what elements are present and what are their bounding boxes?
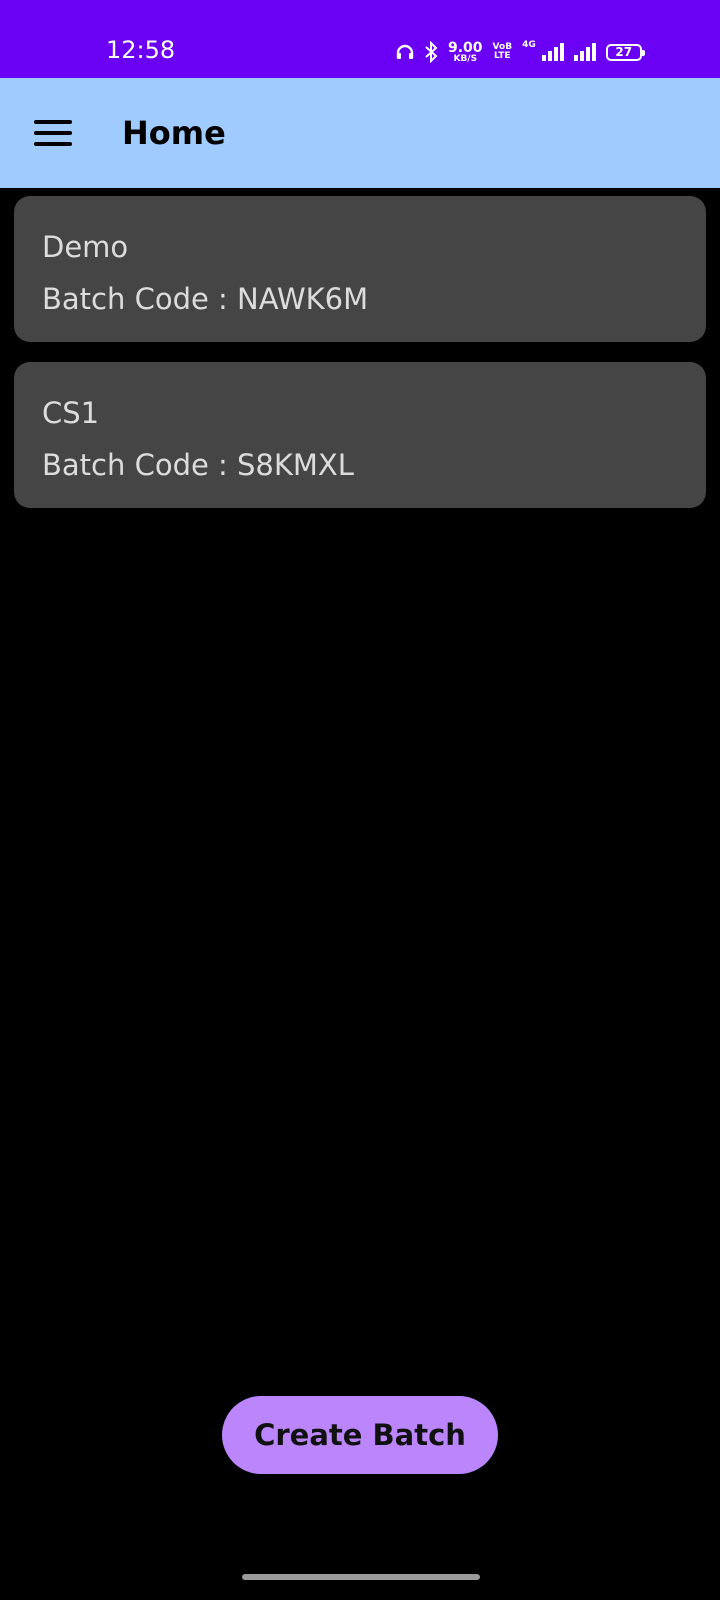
- menu-icon[interactable]: [34, 114, 80, 152]
- signal-icon-sim2: [573, 43, 596, 61]
- network-type: 4G: [522, 40, 536, 50]
- status-bar: 12:58 9.00 KB/S VoB LTE 4G 27: [0, 0, 720, 78]
- headphones-icon: [396, 44, 414, 59]
- page-title: Home: [122, 114, 226, 152]
- volte-indicator: VoB LTE: [493, 43, 513, 61]
- network-speed-unit: KB/S: [453, 53, 478, 64]
- status-time: 12:58: [106, 36, 176, 64]
- status-icons: 9.00 KB/S VoB LTE 4G 27: [396, 38, 645, 66]
- batch-card[interactable]: CS1 Batch Code : S8KMXL: [14, 362, 706, 508]
- batch-name: CS1: [42, 396, 100, 430]
- battery-icon: 27: [605, 43, 645, 61]
- network-speed-value: 9.00: [448, 39, 483, 56]
- batch-code: Batch Code : NAWK6M: [42, 282, 369, 316]
- network-speed: 9.00 KB/S: [448, 41, 483, 64]
- create-batch-button[interactable]: Create Batch: [222, 1396, 498, 1474]
- batch-name: Demo: [42, 230, 129, 264]
- signal-icon: [541, 43, 564, 61]
- batch-code: Batch Code : S8KMXL: [42, 448, 354, 482]
- bluetooth-icon: [425, 41, 438, 63]
- volte-bottom: LTE: [494, 51, 511, 61]
- batch-card[interactable]: Demo Batch Code : NAWK6M: [14, 196, 706, 342]
- home-indicator[interactable]: [242, 1574, 480, 1580]
- app-bar: Home: [0, 78, 720, 188]
